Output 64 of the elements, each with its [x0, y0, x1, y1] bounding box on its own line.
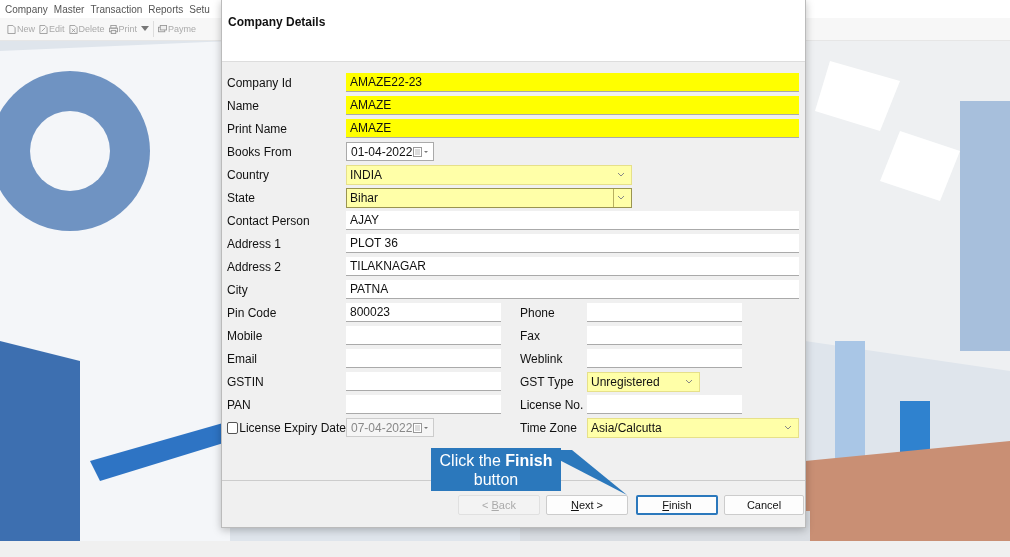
- text-field[interactable]: [587, 303, 742, 322]
- text-field[interactable]: AMAZE: [346, 96, 799, 115]
- text-field[interactable]: [346, 372, 501, 391]
- menu-item[interactable]: Setu: [189, 3, 210, 15]
- field-label: City: [227, 282, 249, 297]
- text-field[interactable]: 800023: [346, 303, 501, 322]
- dialog-button[interactable]: Next >: [546, 495, 628, 515]
- dropdown[interactable]: Bihar: [346, 187, 632, 208]
- field-label: Pin Code: [227, 305, 278, 320]
- field-label: State: [227, 190, 257, 205]
- chevron-down-icon[interactable]: [784, 425, 792, 430]
- text-field[interactable]: AJAY: [346, 211, 799, 230]
- dropdown[interactable]: Unregistered: [587, 371, 700, 392]
- edit-icon: [39, 24, 48, 34]
- field-label: Email: [227, 351, 258, 366]
- menu-item[interactable]: Transaction: [90, 3, 143, 15]
- dialog-title: Company Details: [228, 15, 326, 29]
- document-icon: [7, 24, 16, 34]
- cards-icon: [158, 24, 168, 34]
- text-field[interactable]: [346, 395, 501, 414]
- field-label: Phone: [520, 305, 556, 320]
- chevron-down-icon[interactable]: [685, 379, 693, 384]
- date-field[interactable]: 01-04-2022: [346, 142, 434, 161]
- field-label: GSTIN: [227, 374, 265, 389]
- callout-text: Click the Finish button: [438, 450, 554, 489]
- chevron-down-icon[interactable]: [617, 195, 625, 200]
- dialog-button[interactable]: Finish: [636, 495, 718, 515]
- dialog-button[interactable]: Cancel: [724, 495, 804, 515]
- text-field[interactable]: [587, 326, 742, 345]
- calendar-icon[interactable]: [413, 146, 429, 157]
- text-field[interactable]: [346, 349, 501, 368]
- text-field[interactable]: AMAZE: [346, 119, 799, 138]
- field-label: Address 2: [227, 259, 283, 274]
- menu-item[interactable]: Reports: [148, 3, 184, 15]
- field-label: License Expiry Date: [239, 420, 346, 435]
- field-label: Contact Person: [227, 213, 311, 228]
- field-label: Name: [227, 98, 260, 113]
- text-field[interactable]: [346, 326, 501, 345]
- caret-icon[interactable]: [141, 26, 150, 32]
- text-field[interactable]: [587, 395, 742, 414]
- field-label: License No.: [520, 397, 585, 412]
- dropdown[interactable]: Asia/Calcutta: [587, 417, 799, 438]
- delete-icon: [68, 24, 78, 34]
- field-label: Company Id: [227, 75, 293, 90]
- field-label: Time Zone: [520, 420, 578, 435]
- field-label: Books From: [227, 144, 293, 159]
- chevron-down-icon[interactable]: [617, 172, 625, 177]
- field-label: GST Type: [520, 374, 575, 389]
- text-field[interactable]: AMAZE22-23: [346, 73, 799, 92]
- printer-icon: [108, 24, 118, 34]
- field-label: Fax: [520, 328, 541, 343]
- dropdown[interactable]: INDIA: [346, 164, 632, 185]
- menu-item[interactable]: Master: [53, 3, 85, 15]
- text-field[interactable]: [587, 349, 742, 368]
- text-field[interactable]: TILAKNAGAR: [346, 257, 799, 276]
- field-label: Mobile: [227, 328, 264, 343]
- menu-item[interactable]: Company: [5, 3, 48, 15]
- text-field[interactable]: PLOT 36: [346, 234, 799, 253]
- field-label: Country: [227, 167, 271, 182]
- field-label: Address 1: [227, 236, 283, 251]
- field-label: PAN: [227, 397, 252, 412]
- field-label: Print Name: [227, 121, 289, 136]
- text-field[interactable]: PATNA: [346, 280, 799, 299]
- field-label: Weblink: [520, 351, 564, 366]
